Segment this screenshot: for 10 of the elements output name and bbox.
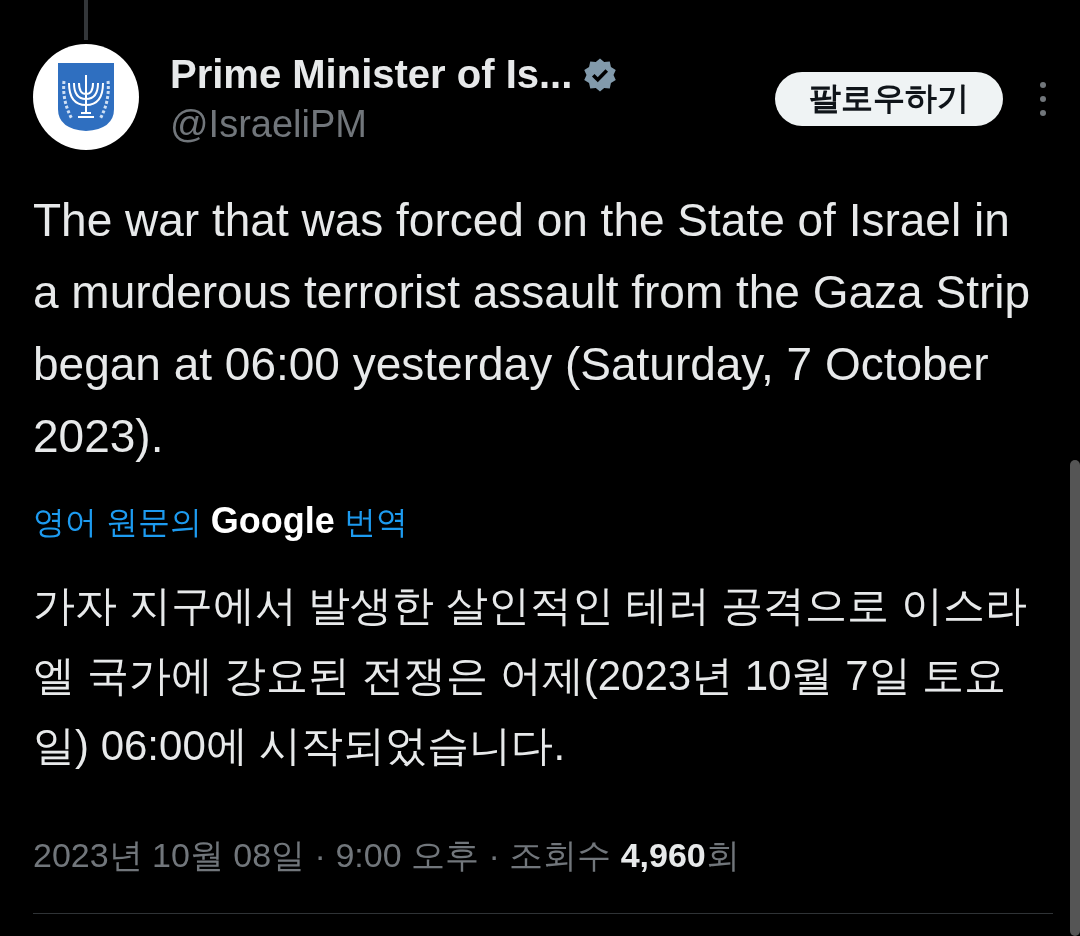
emblem-icon	[56, 61, 116, 133]
scroll-bar[interactable]	[1070, 460, 1080, 936]
author-name[interactable]: Prime Minister of Is...	[170, 52, 573, 97]
tweet-text: The war that was forced on the State of Israel in a murderous terrorist assault from the Gaza Strip began at 06:00 yesterday (Saturday, 7 October 2023).	[33, 193, 1032, 464]
translated-text: 가자 지구에서 발생한 살인적인 테러 공격으로 이스라엘 국가에 강요된 전쟁은 어제(2023년 10월 7일 토요일) 06:00에 시작되었습니다.	[33, 581, 1028, 771]
translate-link[interactable]: 영어 원문의 Google 번역	[33, 500, 1047, 545]
author-handle[interactable]: @IsraeliPM	[170, 103, 619, 146]
follow-button[interactable]: 팔로우하기	[775, 72, 1003, 126]
tweet-meta: 2023년 10월 08일 · 9:00 오후 · 조회수 4,960회	[33, 835, 741, 876]
more-icon[interactable]	[1039, 81, 1047, 117]
